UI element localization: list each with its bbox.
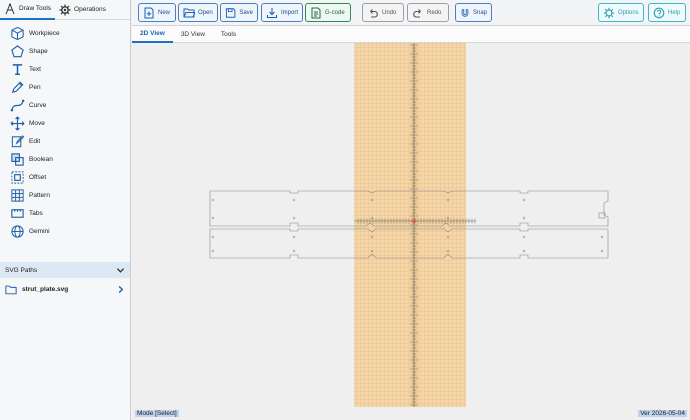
open-button-label: Open	[198, 9, 213, 16]
canvas-svg[interactable]	[132, 43, 690, 407]
tab-3d-view[interactable]: 3D View	[173, 26, 213, 43]
svg-paths-title: SVG Paths	[5, 266, 38, 274]
options-button-label: Options	[618, 9, 639, 16]
tool-pen-label: Pen	[29, 83, 41, 91]
svg-file-name: strut_plate.svg	[22, 285, 69, 293]
tab-draw-tools-label: Draw Tools	[19, 5, 52, 12]
compass-icon	[5, 3, 15, 14]
undo-button[interactable]: Undo	[362, 3, 404, 22]
gcode-icon	[311, 7, 321, 18]
snap-button[interactable]: Snap	[455, 3, 492, 22]
move-icon	[10, 116, 25, 130]
pen-icon	[11, 81, 24, 93]
tool-shape-label: Shape	[29, 47, 48, 55]
folder-open-icon	[183, 8, 195, 17]
snap-button-label: Snap	[472, 9, 487, 16]
tool-pattern[interactable]: Pattern	[0, 186, 130, 204]
new-button-label: New	[158, 9, 171, 16]
new-button[interactable]: New	[138, 3, 176, 22]
tool-move-label: Move	[29, 119, 45, 127]
tool-curve-label: Curve	[29, 101, 47, 109]
import-icon	[266, 7, 278, 18]
tabs-icon	[11, 208, 24, 218]
curve-icon	[10, 99, 25, 111]
tool-tabs-label: Tabs	[29, 209, 43, 217]
text-icon	[12, 63, 23, 75]
tab-draw-tools[interactable]: Draw Tools	[0, 0, 56, 20]
tool-pattern-label: Pattern	[29, 191, 50, 199]
tool-edit-label: Edit	[29, 137, 41, 145]
open-button[interactable]: Open	[178, 3, 218, 22]
tab-operations-label: Operations	[74, 6, 106, 13]
tool-shape[interactable]: Shape	[0, 42, 130, 60]
help-icon	[653, 7, 665, 18]
drawing-canvas[interactable]	[132, 43, 690, 407]
chevron-right-icon[interactable]	[116, 285, 125, 294]
tab-2d-view[interactable]: 2D View	[132, 26, 173, 43]
tool-workpiece[interactable]: Workpiece	[0, 24, 130, 42]
version-status: Ver 2026-05-04	[638, 410, 687, 417]
tool-curve[interactable]: Curve	[0, 96, 130, 114]
tool-edit[interactable]: Edit	[0, 132, 130, 150]
gcode-button-label: G-code	[325, 9, 345, 16]
tab-operations[interactable]: Operations	[55, 0, 110, 20]
edit-icon	[11, 134, 25, 147]
new-file-icon	[144, 7, 154, 18]
svg-paths-header[interactable]: SVG Paths	[0, 262, 130, 278]
gcode-button[interactable]: G-code	[305, 3, 351, 22]
offset-icon	[11, 170, 24, 184]
tool-tabs[interactable]: Tabs	[0, 204, 130, 222]
redo-button[interactable]: Redo	[407, 3, 449, 22]
tool-offset[interactable]: Offset	[0, 168, 130, 186]
tab-tools[interactable]: Tools	[213, 26, 244, 43]
options-button[interactable]: Options	[598, 3, 644, 22]
tool-text[interactable]: Text	[0, 60, 130, 78]
draw-tool-list: Workpiece Shape Text Pen Curve Move Edit	[0, 20, 130, 240]
gemini-icon	[11, 224, 24, 238]
tool-offset-label: Offset	[29, 173, 47, 181]
undo-button-label: Undo	[382, 9, 397, 16]
tool-pen[interactable]: Pen	[0, 78, 130, 96]
redo-button-label: Redo	[427, 9, 442, 16]
pentagon-icon	[11, 44, 24, 57]
tool-workpiece-label: Workpiece	[29, 29, 60, 37]
tool-move[interactable]: Move	[0, 114, 130, 132]
main-toolbar: New Open Save Import G-code Undo Redo Sn…	[132, 0, 690, 26]
sidebar-tabs: Draw Tools Operations	[0, 0, 130, 20]
left-sidebar: Draw Tools Operations Workpiece Shape Te…	[0, 0, 131, 420]
tool-boolean[interactable]: Boolean	[0, 150, 130, 168]
tool-gemini[interactable]: Gemini	[0, 222, 130, 240]
save-icon	[225, 7, 236, 18]
svg-file-item[interactable]: strut_plate.svg	[0, 279, 130, 299]
tool-text-label: Text	[29, 65, 41, 73]
magnet-icon	[461, 8, 469, 17]
help-button[interactable]: Help	[648, 3, 686, 22]
redo-icon	[413, 8, 421, 18]
mode-status: Mode [Select]	[135, 410, 179, 417]
tool-gemini-label: Gemini	[29, 227, 50, 235]
help-button-label: Help	[668, 9, 681, 16]
view-tabs: 2D View 3D View Tools	[132, 26, 690, 43]
status-bar: Mode [Select] Ver 2026-05-04	[132, 407, 690, 420]
save-button[interactable]: Save	[220, 3, 258, 22]
vertical-ruler	[410, 43, 419, 407]
gear-icon	[603, 7, 615, 18]
save-button-label: Save	[239, 9, 253, 16]
grid-icon	[11, 188, 24, 202]
cube-icon	[11, 26, 24, 40]
folder-icon	[5, 285, 17, 294]
tool-boolean-label: Boolean	[29, 155, 53, 163]
gear-icon	[59, 4, 71, 15]
chevron-down-icon[interactable]	[116, 266, 125, 275]
undo-icon	[370, 8, 378, 18]
import-button[interactable]: Import	[261, 3, 303, 22]
import-button-label: Import	[280, 9, 298, 16]
boolean-icon	[11, 152, 24, 166]
